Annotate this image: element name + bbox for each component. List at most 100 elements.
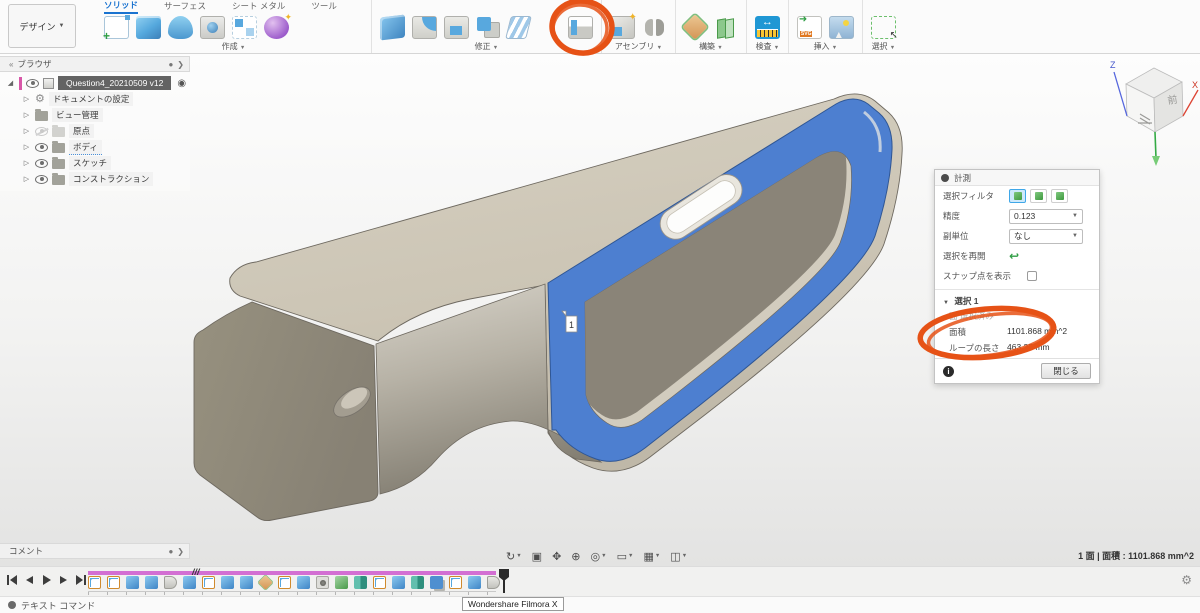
- tree-row-5[interactable]: ▷ スケッチ: [0, 155, 190, 171]
- panel-resize-icon[interactable]: ❯: [177, 547, 184, 556]
- display-settings-icon[interactable]: ▭ ▼: [614, 550, 637, 563]
- insert-svg-icon[interactable]: [796, 14, 822, 39]
- form-icon[interactable]: [264, 12, 292, 39]
- create-sketch-icon[interactable]: [103, 14, 130, 43]
- group-dropdown-0[interactable]: 作成 ▼: [104, 41, 363, 53]
- visibility-eye-icon[interactable]: [35, 142, 48, 152]
- visibility-eye-icon[interactable]: [26, 78, 39, 88]
- step-back-button[interactable]: [24, 574, 35, 586]
- timeline-feature-extrude-5[interactable]: [183, 576, 196, 589]
- press-pull-icon[interactable]: [379, 13, 405, 41]
- insert-image-icon[interactable]: [828, 15, 854, 39]
- text-command-icon[interactable]: [8, 601, 16, 609]
- expand-arrow-icon[interactable]: ▷: [22, 95, 31, 103]
- panel-resize-icon[interactable]: ❯: [177, 60, 184, 69]
- tree-row-1[interactable]: ▷ ⚙ ドキュメントの設定: [0, 91, 190, 107]
- timeline-feature-mirror-14[interactable]: [354, 576, 367, 589]
- info-icon[interactable]: i: [943, 365, 954, 377]
- expand-arrow-icon[interactable]: ▷: [22, 159, 31, 167]
- timeline-feature-plane-9[interactable]: [258, 575, 273, 590]
- text-command-label[interactable]: テキスト コマンド: [21, 599, 95, 612]
- expand-arrow-icon[interactable]: ◢: [6, 79, 15, 87]
- filter-body-button[interactable]: [1051, 189, 1068, 203]
- fit-icon[interactable]: ◎ ▼: [588, 550, 610, 563]
- grid-layout-icon[interactable]: ▦ ▼: [640, 550, 663, 563]
- pattern-icon[interactable]: [232, 15, 257, 39]
- tree-row-3[interactable]: ▷ 原点: [0, 123, 190, 139]
- go-to-end-button[interactable]: [75, 574, 87, 586]
- fillet-icon[interactable]: [411, 15, 437, 39]
- split-body-icon[interactable]: [505, 15, 532, 39]
- timeline-feature-sketch-19[interactable]: [449, 576, 462, 589]
- timeline-feature-revolve-4[interactable]: [164, 576, 177, 589]
- select-icon[interactable]: [870, 15, 898, 41]
- tree-row-0[interactable]: ◢ Question4_20210509 v12 ◉: [0, 75, 190, 91]
- secondary-units-dropdown[interactable]: なし ▼: [1009, 228, 1083, 244]
- tab-2[interactable]: シート メタル: [232, 0, 285, 13]
- group-dropdown-4[interactable]: 検査 ▼: [755, 41, 780, 53]
- group-dropdown-2[interactable]: アセンブリ ▼: [610, 41, 667, 53]
- hole-icon[interactable]: [200, 15, 225, 39]
- tab-3[interactable]: ツール: [311, 0, 337, 13]
- new-component-icon[interactable]: [609, 12, 637, 39]
- timeline-feature-sketch-10[interactable]: [278, 576, 291, 589]
- selection-1-header[interactable]: ▼ 選択 1: [935, 293, 1099, 309]
- tree-row-4[interactable]: ▷ ボディ: [0, 139, 190, 155]
- timeline-feature-extrude-7[interactable]: [221, 576, 234, 589]
- visibility-eye-icon[interactable]: [35, 174, 48, 184]
- look-at-icon[interactable]: ▣: [529, 550, 545, 563]
- timeline-feature-extrude-11[interactable]: [297, 576, 310, 589]
- timeline-feature-hole-12[interactable]: [316, 576, 329, 589]
- tree-row-2[interactable]: ▷ ビュー管理: [0, 107, 190, 123]
- view-cube[interactable]: 前 Z X: [1104, 58, 1200, 170]
- show-snap-points-checkbox[interactable]: [1027, 271, 1037, 281]
- timeline-feature-sketch-1[interactable]: [107, 576, 120, 589]
- timeline-feature-extrude-2[interactable]: [126, 576, 139, 589]
- combine-icon[interactable]: [476, 16, 501, 39]
- timeline-feature-extrude-20[interactable]: [468, 576, 481, 589]
- expand-arrow-icon[interactable]: ▷: [22, 143, 31, 151]
- group-dropdown-5[interactable]: 挿入 ▼: [797, 41, 854, 53]
- timeline-feature-extrude-3[interactable]: [145, 576, 158, 589]
- offset-plane-icon[interactable]: [713, 16, 738, 39]
- visibility-eye-off-icon[interactable]: [35, 126, 48, 136]
- timeline-feature-sketch-6[interactable]: [202, 576, 215, 589]
- panel-options-icon[interactable]: ●: [168, 60, 173, 69]
- step-forward-button[interactable]: [58, 574, 69, 586]
- timeline-feature-sketch-0[interactable]: [88, 576, 101, 589]
- restart-selection-icon[interactable]: ↪: [1009, 249, 1019, 263]
- orbit-icon[interactable]: ↻ ▼: [503, 550, 525, 563]
- timeline-playhead[interactable]: [497, 569, 511, 593]
- measure-icon[interactable]: [754, 15, 780, 39]
- go-to-start-button[interactable]: [6, 574, 18, 586]
- timeline-settings-gear-icon[interactable]: ⚙: [1181, 573, 1192, 587]
- group-dropdown-1[interactable]: 修正 ▼: [380, 41, 593, 53]
- tab-1[interactable]: サーフェス: [164, 0, 206, 13]
- expand-arrow-icon[interactable]: ▷: [22, 175, 31, 183]
- extrude-icon[interactable]: [136, 15, 161, 39]
- visibility-eye-icon[interactable]: [35, 158, 48, 168]
- group-dropdown-6[interactable]: 選択 ▼: [871, 41, 896, 53]
- tab-0[interactable]: ソリッド: [104, 0, 139, 14]
- collapse-panel-icon[interactable]: «: [9, 60, 13, 69]
- precision-dropdown[interactable]: 0.123 ▼: [1009, 208, 1083, 224]
- viewports-icon[interactable]: ◫ ▼: [667, 550, 690, 563]
- zoom-icon[interactable]: ⊕: [568, 550, 583, 563]
- expand-arrow-icon[interactable]: ▷: [22, 127, 31, 135]
- timeline-feature-sketch-15[interactable]: [373, 576, 386, 589]
- joint-icon[interactable]: [642, 16, 667, 39]
- expand-arrow-icon[interactable]: ▷: [22, 111, 31, 119]
- timeline-feature-mirror-17[interactable]: [411, 576, 424, 589]
- construction-plane-icon[interactable]: [682, 14, 708, 40]
- revolve-icon[interactable]: [168, 15, 193, 39]
- pan-icon[interactable]: ✥: [549, 550, 564, 563]
- filter-edge-button[interactable]: [1030, 189, 1047, 203]
- panel-options-icon[interactable]: ●: [168, 547, 173, 556]
- play-button[interactable]: [41, 574, 52, 586]
- group-dropdown-3[interactable]: 構築 ▼: [684, 41, 738, 53]
- design-workspace-button[interactable]: デザイン ▼: [8, 4, 76, 48]
- timeline-feature-offset-13[interactable]: [335, 576, 348, 589]
- timeline-feature-combine-18[interactable]: [430, 576, 443, 589]
- activate-radio-icon[interactable]: ◉: [177, 78, 186, 89]
- tree-row-6[interactable]: ▷ コンストラクション: [0, 171, 190, 187]
